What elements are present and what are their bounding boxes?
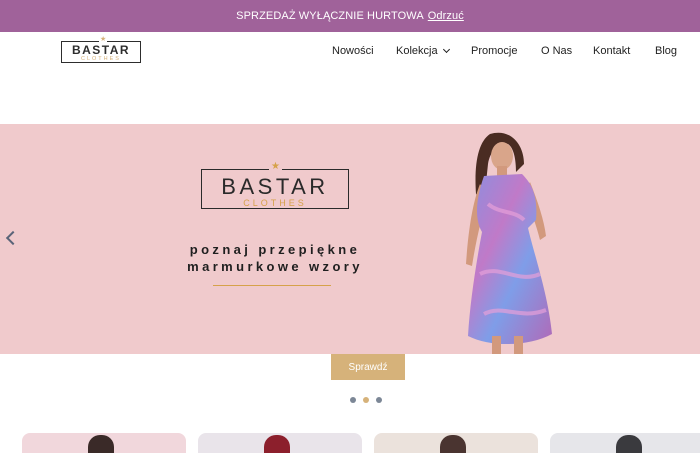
product-card[interactable]	[198, 433, 362, 453]
product-card[interactable]	[374, 433, 538, 453]
slider-dot-3[interactable]	[376, 397, 382, 403]
nav-item-kontakt[interactable]: Kontakt	[593, 45, 630, 57]
slider-pagination	[350, 397, 382, 403]
wholesale-notice-bar: SPRZEDAŻ WYŁĄCZNIE HURTOWA Odrzuć	[0, 0, 700, 32]
product-card[interactable]	[550, 433, 700, 453]
hero-logo-star-icon: ★	[269, 161, 282, 173]
slider-dot-2[interactable]	[363, 397, 369, 403]
product-photo	[616, 435, 642, 453]
slider-dot-1[interactable]	[350, 397, 356, 403]
hero-divider	[213, 285, 331, 286]
nav-item-kolekcja-label: Kolekcja	[396, 45, 438, 57]
dismiss-notice-link[interactable]: Odrzuć	[428, 10, 464, 22]
hero-logo: ★ BASTAR CLOTHES	[201, 161, 349, 209]
nav-item-blog[interactable]: Blog	[655, 45, 677, 57]
nav-item-nowosci[interactable]: Nowości	[332, 45, 374, 57]
nav-item-promocje[interactable]: Promocje	[471, 45, 517, 57]
notice-text: SPRZEDAŻ WYŁĄCZNIE HURTOWA	[236, 10, 424, 22]
chevron-down-icon	[442, 45, 450, 54]
product-card[interactable]	[22, 433, 186, 453]
hero-logo-sub-text: CLOTHES	[243, 198, 307, 208]
product-photo	[264, 435, 290, 453]
nav-item-kolekcja[interactable]: Kolekcja	[396, 45, 450, 57]
hero-headline-line-2: marmurkowe wzory	[187, 259, 363, 274]
model-photo	[466, 132, 552, 354]
hero-cta-button[interactable]: Sprawdź	[331, 354, 405, 380]
chevron-left-icon[interactable]	[5, 230, 21, 246]
product-photo	[440, 435, 466, 453]
nav-item-o-nas[interactable]: O Nas	[541, 45, 572, 57]
hero-headline-line-1: poznaj przepiękne	[189, 242, 361, 257]
hero-slider: ★ BASTAR CLOTHES poznaj przepiękne marmu…	[0, 124, 700, 354]
site-header: ★ BASTAR CLOTHES Nowości Kolekcja Promoc…	[0, 32, 700, 72]
header-logo[interactable]: ★ BASTAR CLOTHES	[61, 36, 141, 63]
logo-sub-text: CLOTHES	[81, 56, 121, 62]
hero-logo-brand-text: BASTAR	[221, 174, 329, 199]
logo-brand-text: BASTAR	[71, 43, 131, 57]
product-photo	[88, 435, 114, 453]
